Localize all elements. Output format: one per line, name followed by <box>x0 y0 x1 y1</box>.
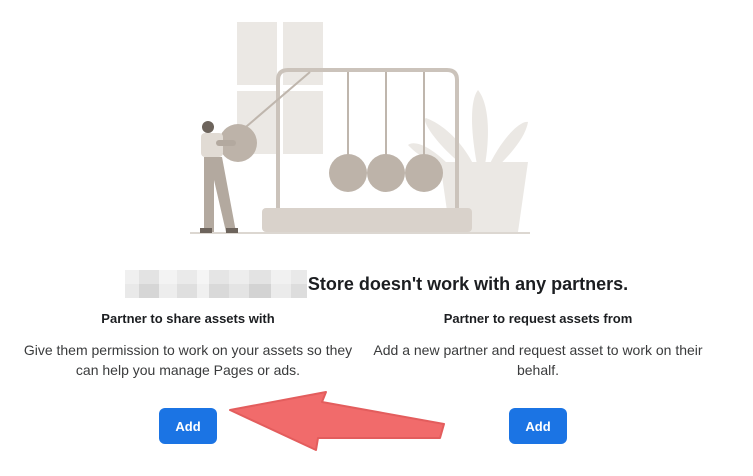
add-share-partner-button[interactable]: Add <box>159 408 217 444</box>
redacted-business-name <box>124 270 307 298</box>
newtons-cradle-illustration <box>190 22 530 234</box>
add-request-partner-button[interactable]: Add <box>509 408 567 444</box>
partner-request-description: Add a new partner and request asset to w… <box>373 342 703 378</box>
partner-request-title: Partner to request assets from <box>443 311 633 326</box>
partner-share-title: Partner to share assets with <box>101 311 275 326</box>
empty-state-heading: Store doesn't work with any partners. <box>0 270 753 298</box>
partner-request-section: Partner to request assets from Add a new… <box>365 310 711 444</box>
partner-share-description: Give them permission to work on your ass… <box>23 342 353 378</box>
partner-share-section: Partner to share assets with Give them p… <box>15 310 361 444</box>
headline-text: Store doesn't work with any partners. <box>307 274 629 294</box>
